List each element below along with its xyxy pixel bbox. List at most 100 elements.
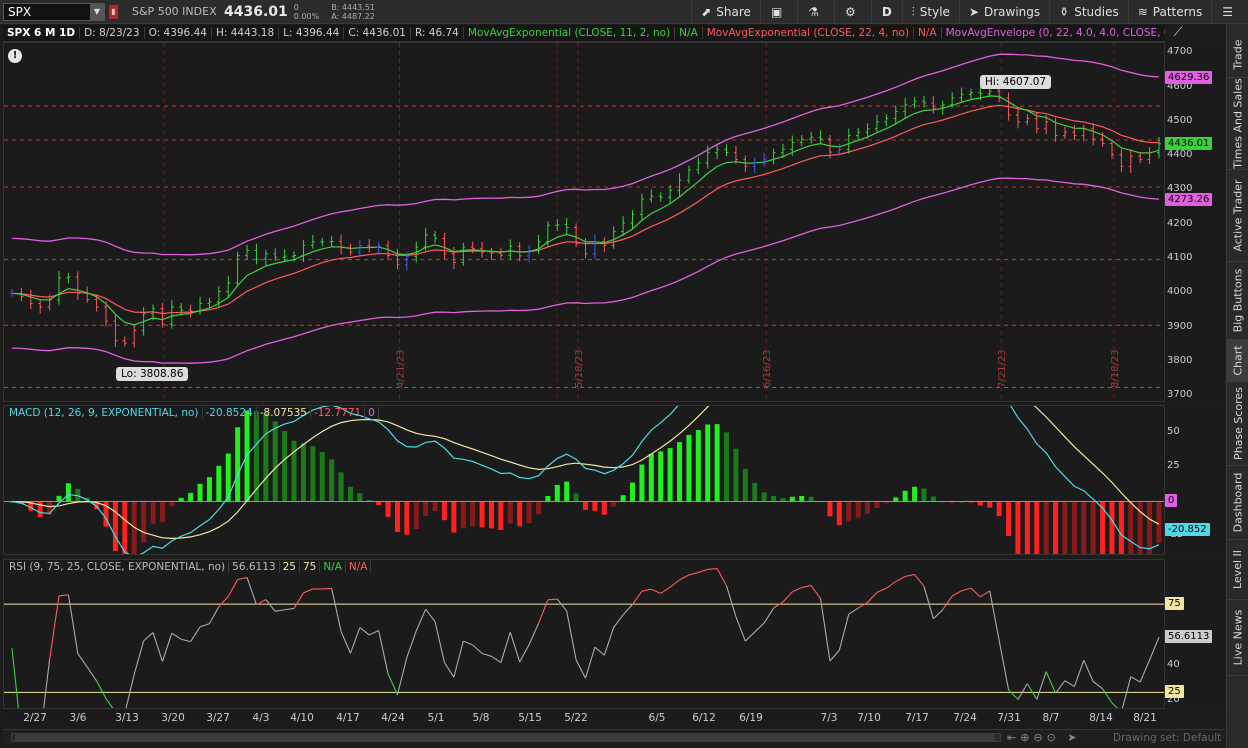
rsi-line-segment [660,586,671,594]
aggregation-button[interactable]: D [870,0,902,24]
price-bar [1025,114,1030,126]
macd-value: -20.8524 [203,407,257,419]
ema-fast-line [11,95,1160,326]
menu-button[interactable]: ☰ [1211,0,1248,24]
rsi-line-segment [537,599,549,624]
rsi-line-segment [886,581,897,589]
share-button[interactable]: ⬈ Share [691,0,760,24]
last-price: 4436.01 [224,3,288,20]
sidebar-tab-dashboard[interactable]: Dashboard [1227,466,1248,540]
chart-period[interactable]: SPX 6 M 1D [3,27,81,39]
ema-slow-study[interactable]: MovAvgExponential (CLOSE, 22, 4, no) [703,27,915,39]
price-bar [856,128,861,142]
sidebar-tab-trade[interactable]: Trade [1227,32,1248,78]
rsi-line-segment [349,627,361,654]
time-tick-label: 6/12 [692,712,716,724]
rsi-line-segment [782,591,793,603]
price-tick-label: 3800 [1167,354,1193,366]
macd-histogram-bar [893,497,899,502]
rsi-line-segment [500,631,511,663]
macd-histogram-bar [836,501,842,526]
sidebar-tab-label: Active Trader [1231,179,1245,252]
macd-histogram-bar [639,464,645,502]
beaker-icon: ⚗ [808,5,820,19]
rsi-line-segment [161,633,173,662]
rsi-line-segment [481,653,492,657]
settings-button[interactable]: ⚙ [834,0,871,24]
symbol-text: SPX [8,4,32,19]
rsi-line-segment [208,606,220,624]
macd-diff-value: -12.7771 [311,407,366,419]
sidebar-tab-live-news[interactable]: Live News [1227,600,1248,676]
sidebar-tab-level-ii[interactable]: Level II [1227,540,1248,600]
macd-histogram-bar [1147,501,1153,554]
patterns-button[interactable]: ≋ Patterns [1127,0,1212,24]
style-button[interactable]: ⫶ Style [901,0,959,24]
rsi-line-segment [980,590,991,598]
macd-histogram-bar [733,448,739,502]
macd-study-label[interactable]: MACD (12, 26, 9, EXPONENTIAL, no) [6,407,203,419]
drawings-button[interactable]: ➤ Drawings [958,0,1049,24]
ema-fast-study[interactable]: MovAvgExponential (CLOSE, 11, 2, no) [464,27,676,39]
envelope-study[interactable]: MovAvgEnvelope (0, 22, 4.0, 4.0, CLOSE, … [942,27,1165,39]
time-axis[interactable]: 2/27 3/6 3/13 3/20 3/27 4/3 4/10 4/17 4/24 5/1 5/8… [3,709,1165,727]
rsi-line-segment [848,607,859,615]
rsi-line-segment [77,653,88,668]
sidebar-tab-active-trader[interactable]: Active Trader [1227,170,1248,262]
price-bar [461,242,466,266]
sidebar-tab-big-buttons[interactable]: Big Buttons [1227,262,1248,340]
chevron-down-icon[interactable]: ▼ [90,3,104,20]
rsi-axis[interactable]: 40 20 75 56.6113 25 [1165,559,1225,709]
rsi-line-segment [58,594,69,597]
scroll-thumb[interactable] [15,733,995,742]
rsi-study-label[interactable]: RSI (9, 75, 25, CLOSE, EXPONENTIAL, no) [6,561,230,573]
rsi-panel[interactable]: RSI (9, 75, 25, CLOSE, EXPONENTIAL, no) … [3,559,1165,709]
price-bar [122,336,127,347]
macd-histogram-bar [329,459,335,502]
rsi-line-segment [1130,676,1141,683]
drawing-set-label[interactable]: Drawing set: Default [1113,732,1221,744]
macd-panel[interactable]: MACD (12, 26, 9, EXPONENTIAL, no) -20.85… [3,405,1165,555]
rsi-line-segment [641,588,652,592]
price-bar [696,157,701,175]
macd-histogram-bar [1006,501,1012,536]
macd-histogram-bar [376,501,382,506]
rsi-line-segment [688,571,699,576]
price-bar [498,247,503,259]
macd-histogram-bar [996,501,1002,517]
rsi-line-segment [472,644,483,654]
macd-histogram-bar [761,492,767,502]
macd-histogram-bar [432,501,438,511]
macd-histogram-bar [122,501,128,554]
macd-histogram-bar [902,490,908,502]
alert-icon[interactable]: ! [8,49,22,63]
rsi-line-segment [867,592,878,603]
macd-axis[interactable]: 5025-250-20.852 [1165,405,1225,555]
sidebar-tab-times-and-sales[interactable]: Times And Sales [1227,78,1248,170]
snapshot-button[interactable]: ▣ [759,0,797,24]
change-percent: 0.00% [293,11,320,21]
sidebar-tab-phase-scores[interactable]: Phase Scores [1227,382,1248,466]
price-bar [75,271,80,300]
zoom-tools[interactable]: ⇤⊕⊖⊙ ➤ [1007,731,1081,744]
drawing-tool-icon[interactable]: ⟋ [1168,25,1188,42]
studies-button[interactable]: ⚱ Studies [1049,0,1128,24]
flask-icon: ⚱ [1059,5,1070,19]
rsi-line-segment [322,587,332,590]
rsi-line-segment [754,622,765,633]
beaker-button[interactable]: ⚗ [797,0,834,24]
sidebar-tab-chart[interactable]: Chart [1227,340,1248,382]
macd-histogram-bar [517,501,523,527]
symbol-selector[interactable]: SPX ▼ [3,2,105,21]
macd-histogram-bar [423,501,429,517]
chart-scrollbar[interactable]: ⇤⊕⊖⊙ ➤ Drawing set: Default [3,729,1225,745]
price-axis[interactable]: 4700 4600 4500 4400 4300 4200 4100 4000 3900 3800… [1165,42,1225,402]
price-bar [489,248,494,260]
macd-histogram-bar [705,424,711,502]
rsi-line-segment [86,666,98,682]
macd-histogram-bar [535,501,541,515]
link-flag-icon[interactable]: ▮ [109,4,118,19]
price-chart-panel[interactable]: 4/21/23 5/18/23 6/16/23 7/21/23 8/18/23 [3,42,1165,402]
price-bar [301,239,306,263]
macd-histogram-bar [1024,501,1030,554]
